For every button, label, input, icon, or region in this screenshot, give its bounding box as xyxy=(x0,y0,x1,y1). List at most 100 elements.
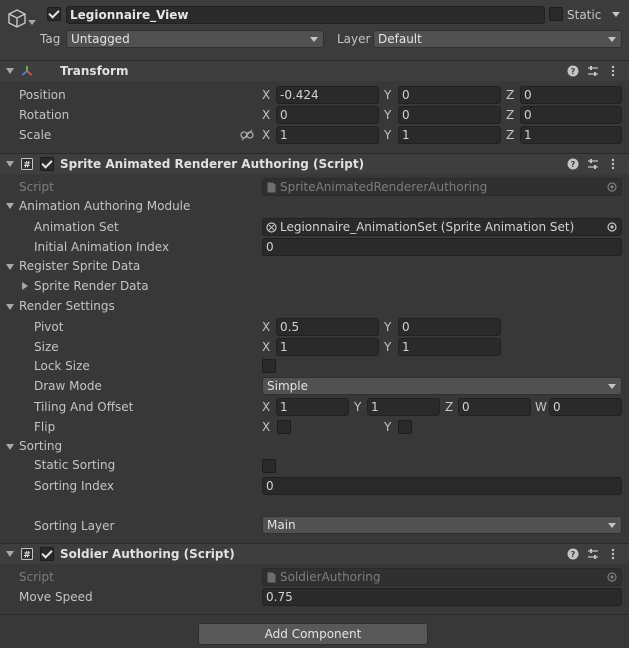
soldier-title: Soldier Authoring (Script) xyxy=(60,547,235,561)
lock-size-label: Lock Size xyxy=(34,359,90,373)
animation-module-label[interactable]: Animation Authoring Module xyxy=(19,198,190,214)
sorting-label[interactable]: Sorting xyxy=(19,438,62,454)
foldout-arrow-icon[interactable] xyxy=(6,68,14,74)
axis-y-label: Y xyxy=(354,400,362,414)
presets-icon[interactable] xyxy=(587,158,599,170)
add-component-button[interactable]: Add Component xyxy=(198,623,428,645)
kebab-menu-icon[interactable] xyxy=(607,548,619,560)
sprite-renderer-header[interactable]: # Sprite Animated Renderer Authoring (Sc… xyxy=(0,153,629,174)
register-sprite-data-label[interactable]: Register Sprite Data xyxy=(19,258,140,274)
axis-x-label: X xyxy=(262,320,271,334)
help-icon[interactable]: ? xyxy=(567,65,579,77)
lock-size-checkbox[interactable] xyxy=(262,359,276,373)
soldier-enabled-checkbox[interactable] xyxy=(40,547,54,561)
rotation-label: Rotation xyxy=(19,108,70,122)
pivot-x-input[interactable]: 0.5 xyxy=(276,318,379,336)
sorting-layer-value: Main xyxy=(267,518,296,532)
initial-index-input[interactable]: 0 xyxy=(262,238,622,256)
render-settings-label[interactable]: Render Settings xyxy=(19,298,115,314)
foldout-arrow-icon[interactable] xyxy=(6,304,14,310)
position-label: Position xyxy=(19,88,66,102)
sprite-render-data-label[interactable]: Sprite Render Data xyxy=(34,278,149,294)
script-file-icon xyxy=(267,572,276,583)
gameobject-active-checkbox[interactable] xyxy=(47,7,61,21)
gameobject-name-input[interactable]: Legionnaire_View xyxy=(66,6,545,24)
rotation-x-input[interactable]: 0 xyxy=(276,106,379,124)
tiling-w-input[interactable]: 0 xyxy=(549,398,622,416)
rotation-z-input[interactable]: 0 xyxy=(520,106,622,124)
pivot-y-input[interactable]: 0 xyxy=(398,318,501,336)
flip-x-checkbox[interactable] xyxy=(277,420,291,434)
foldout-arrow-icon[interactable] xyxy=(6,264,14,270)
tag-dropdown[interactable]: Untagged xyxy=(66,30,324,48)
draw-mode-value: Simple xyxy=(267,379,308,393)
sorting-layer-dropdown[interactable]: Main xyxy=(262,516,622,534)
axis-y-label: Y xyxy=(384,128,392,142)
presets-icon[interactable] xyxy=(587,65,599,77)
scale-z-input[interactable]: 1 xyxy=(520,126,622,144)
axis-y-label: Y xyxy=(384,88,392,102)
kebab-menu-icon[interactable] xyxy=(607,158,619,170)
tiling-y-input[interactable]: 1 xyxy=(367,398,440,416)
draw-mode-dropdown[interactable]: Simple xyxy=(262,377,622,395)
sorting-index-label: Sorting Index xyxy=(34,479,115,493)
axis-x-label: X xyxy=(262,128,271,142)
draw-mode-label: Draw Mode xyxy=(34,379,102,393)
script-value: SpriteAnimatedRendererAuthoring xyxy=(280,180,488,194)
position-x-input[interactable]: -0.424 xyxy=(276,86,379,104)
position-y-input[interactable]: 0 xyxy=(398,86,501,104)
soldier-script-field: SoldierAuthoring xyxy=(262,568,622,586)
help-icon[interactable]: ? xyxy=(567,158,579,170)
size-x-input[interactable]: 1 xyxy=(276,338,379,356)
kebab-menu-icon[interactable] xyxy=(607,65,619,77)
size-y-input[interactable]: 1 xyxy=(398,338,501,356)
scale-y-input[interactable]: 1 xyxy=(398,126,501,144)
flip-y-checkbox[interactable] xyxy=(398,420,412,434)
static-dropdown-icon[interactable] xyxy=(612,12,620,18)
axis-y-label: Y xyxy=(384,108,392,122)
static-sorting-checkbox[interactable] xyxy=(262,459,276,473)
foldout-arrow-icon[interactable] xyxy=(6,203,14,209)
presets-icon[interactable] xyxy=(587,548,599,560)
tiling-z-input[interactable]: 0 xyxy=(458,398,531,416)
csharp-script-icon: # xyxy=(21,158,33,170)
move-speed-input[interactable]: 0.75 xyxy=(262,588,622,606)
flip-label: Flip xyxy=(34,420,56,434)
animation-set-value: Legionnaire_AnimationSet (Sprite Animati… xyxy=(280,220,575,234)
transform-header[interactable]: Transform ? xyxy=(0,60,629,81)
script-file-icon xyxy=(267,182,276,193)
tag-value: Untagged xyxy=(71,32,130,46)
chevron-down-icon[interactable] xyxy=(28,20,36,26)
static-checkbox[interactable] xyxy=(549,7,563,21)
soldier-header[interactable]: # Soldier Authoring (Script) ? xyxy=(0,543,629,564)
animation-set-field[interactable]: Legionnaire_AnimationSet (Sprite Animati… xyxy=(262,218,622,236)
axis-y-label: Y xyxy=(384,320,392,334)
static-sorting-label: Static Sorting xyxy=(34,458,116,472)
layer-dropdown[interactable]: Default xyxy=(373,30,622,48)
object-picker-icon[interactable] xyxy=(607,222,617,232)
sorting-index-input[interactable]: 0 xyxy=(262,477,622,495)
link-constrain-icon[interactable] xyxy=(240,129,254,141)
axis-y-label: Y xyxy=(384,340,392,354)
axis-z-label: Z xyxy=(506,108,515,122)
foldout-arrow-icon[interactable] xyxy=(22,282,28,290)
foldout-arrow-icon[interactable] xyxy=(6,551,14,557)
help-icon[interactable]: ? xyxy=(567,548,579,560)
soldier-script-label: Script xyxy=(19,570,54,584)
foldout-arrow-icon[interactable] xyxy=(6,161,14,167)
static-label: Static xyxy=(567,8,602,22)
layer-label: Layer xyxy=(337,32,371,46)
rotation-y-input[interactable]: 0 xyxy=(398,106,501,124)
svg-text:?: ? xyxy=(571,67,576,76)
axis-x-label: X xyxy=(262,340,271,354)
scale-x-input[interactable]: 1 xyxy=(276,126,379,144)
object-picker-icon xyxy=(607,182,617,192)
axis-z-label: Z xyxy=(506,88,515,102)
script-field: SpriteAnimatedRendererAuthoring xyxy=(262,178,622,196)
tiling-x-input[interactable]: 1 xyxy=(276,398,349,416)
sprite-renderer-enabled-checkbox[interactable] xyxy=(40,157,54,171)
foldout-arrow-icon[interactable] xyxy=(6,444,14,450)
axis-z-label: Z xyxy=(506,128,515,142)
position-z-input[interactable]: 0 xyxy=(520,86,622,104)
chevron-down-icon xyxy=(608,384,616,389)
